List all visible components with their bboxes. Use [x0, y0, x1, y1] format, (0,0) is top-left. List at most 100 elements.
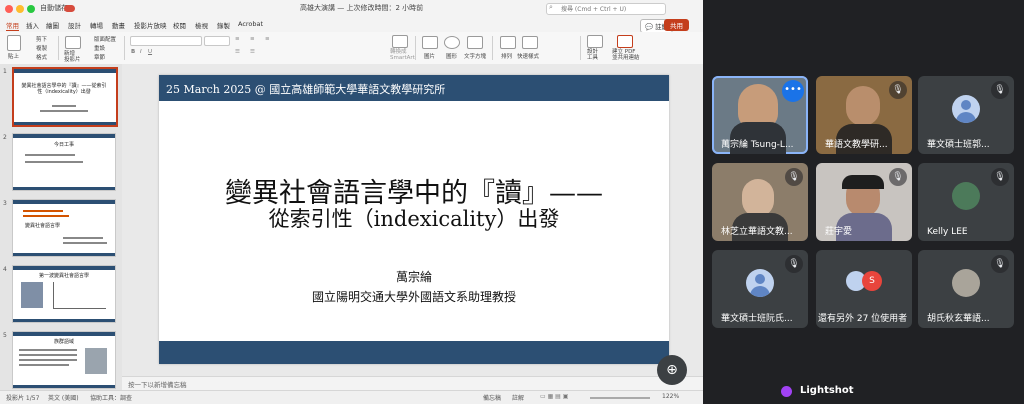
slide-thumbnail-4[interactable]: 第一波變異社會語言學 — [12, 265, 116, 323]
slide-thumbnail-2[interactable]: 今日工事 — [12, 133, 116, 191]
smartart-icon[interactable] — [392, 35, 408, 48]
slide-thumbnail-5[interactable]: 族群語域 — [12, 331, 116, 389]
tab-animations[interactable]: 動畫 — [112, 20, 125, 30]
zoom-in-icon[interactable]: ⊕ — [657, 355, 687, 385]
textbox-icon[interactable] — [467, 36, 483, 49]
more-options-icon[interactable]: ••• — [782, 80, 804, 102]
thumbnail-photo — [85, 348, 107, 374]
accessibility-status[interactable]: 協助工具：調查 — [90, 393, 132, 402]
tab-insert[interactable]: 插入 — [26, 20, 39, 30]
share-button[interactable]: 共用 — [664, 19, 689, 31]
ribbon-divider — [58, 36, 59, 60]
participant-tile[interactable]: ••• 萬宗綸 Tsung-L... — [712, 76, 808, 154]
mic-off-icon: 🎙 — [991, 255, 1009, 273]
participant-tile[interactable]: 🎙 胡氏秋玄華語... — [918, 250, 1014, 328]
thumbnail-text-line — [19, 354, 77, 356]
tab-home[interactable]: 常用 — [6, 20, 19, 31]
new-slide-icon[interactable] — [65, 36, 81, 49]
designer-icon[interactable] — [587, 35, 603, 48]
zoom-window-button[interactable] — [27, 5, 35, 13]
align-center-icon[interactable]: ≡ — [250, 36, 255, 42]
section-button[interactable]: 章節 — [94, 53, 105, 61]
reset-button[interactable]: 重設 — [94, 44, 105, 52]
thumbnail-number: 2 — [3, 134, 7, 141]
headphones — [842, 175, 884, 189]
align-left-icon[interactable]: ≡ — [235, 36, 240, 42]
quick-styles-icon[interactable] — [522, 36, 538, 49]
paste-icon[interactable] — [7, 35, 21, 51]
view-buttons[interactable]: ▭ ▦ ▤ ▣ — [540, 393, 568, 400]
participant-name: 華文碩士班阮氏... — [721, 314, 793, 324]
thumbnail-band — [13, 187, 115, 190]
arrange-icon[interactable] — [500, 36, 516, 49]
participant-tile[interactable]: 🎙 華文碩士班郭... — [918, 76, 1014, 154]
align-right-icon[interactable]: ≡ — [265, 36, 270, 42]
tab-record[interactable]: 錄製 — [217, 20, 230, 30]
participant-tile[interactable]: 🎙 林芝立華語文教... — [712, 163, 808, 241]
thumbnail-text-line — [19, 359, 77, 361]
format-painter-button[interactable]: 格式 — [36, 53, 47, 61]
participant-name: 林芝立華語文教... — [721, 227, 793, 237]
zoom-level[interactable]: 122% — [662, 393, 679, 400]
shapes-icon[interactable] — [444, 36, 460, 49]
current-slide[interactable]: 25 March 2025 @ 國立高雄師範大學華語文教學研究所 變異社會語言學… — [159, 75, 669, 364]
thumbnail-band — [13, 253, 115, 256]
participant-name: 華文碩士班郭... — [927, 140, 990, 150]
language-indicator[interactable]: 英文 (美國) — [48, 393, 79, 402]
participant-tile[interactable]: 🎙 華文碩士班阮氏... — [712, 250, 808, 328]
lightshot-notification[interactable]: Lightshot — [770, 380, 1024, 403]
slide-header-band: 25 March 2025 @ 國立高雄師範大學華語文教學研究所 — [159, 75, 669, 101]
others-count: 還有另外 27 位使用者 — [818, 314, 908, 324]
participant-video — [846, 86, 880, 126]
participant-tile[interactable]: S 還有另外 27 位使用者 — [816, 250, 912, 328]
autosave-toggle[interactable] — [64, 5, 75, 12]
participant-name: 華語文教學研... — [825, 140, 888, 150]
close-window-button[interactable] — [5, 5, 13, 13]
slide-thumbnail-1[interactable]: 變異社會語言學中的『讀』——從索引性（indexicality）出發 — [12, 67, 118, 127]
cut-button[interactable]: 剪下 — [36, 35, 47, 43]
minimize-window-button[interactable] — [16, 5, 24, 13]
thumbnail-title: 今日工事 — [53, 142, 74, 148]
bold-button[interactable]: B — [131, 49, 135, 55]
bullets-icon[interactable]: ☰ — [235, 49, 240, 55]
search-icon: ⌕ — [549, 3, 553, 11]
copy-button[interactable]: 複製 — [36, 44, 47, 52]
numbering-icon[interactable]: ☰ — [250, 49, 255, 55]
tab-design[interactable]: 設計 — [68, 20, 81, 30]
italic-button[interactable]: I — [140, 49, 142, 55]
search-input[interactable]: 搜尋 (Cmd + Ctrl + U) — [546, 3, 666, 15]
notes-toggle[interactable]: 備忘稿 — [483, 393, 501, 402]
tab-review[interactable]: 校閱 — [173, 20, 186, 30]
underline-button[interactable]: U — [148, 49, 152, 55]
thumbnail-band — [14, 122, 116, 125]
mic-off-icon: 🎙 — [889, 81, 907, 99]
comments-toggle[interactable]: 註解 — [512, 393, 524, 402]
thumbnail-number: 5 — [3, 332, 7, 339]
slide-counter: 投影片 1/57 — [6, 395, 40, 402]
participant-tile[interactable]: 🎙 莊宇愛 — [816, 163, 912, 241]
tab-draw[interactable]: 繪圖 — [46, 20, 59, 30]
zoom-slider[interactable] — [590, 397, 650, 399]
tab-transitions[interactable]: 轉場 — [90, 20, 103, 30]
thumbnail-number: 3 — [3, 200, 7, 207]
arrange-label: 排列 — [501, 54, 513, 60]
tab-slideshow[interactable]: 投影片放映 — [134, 20, 167, 30]
font-size-select[interactable] — [204, 36, 230, 46]
font-name-select[interactable] — [130, 36, 202, 46]
paste-label: 貼上 — [8, 54, 20, 60]
thumbnail-text-line — [25, 154, 75, 156]
layout-button[interactable]: 版面配置 — [94, 35, 116, 43]
picture-icon[interactable] — [422, 36, 438, 49]
slide-thumbnail-3[interactable]: 變異社會語言學 — [12, 199, 116, 257]
thumbnail-text-line — [23, 210, 63, 212]
thumbnail-title: 第一波變異社會語言學 — [38, 273, 89, 279]
tab-acrobat[interactable]: Acrobat — [238, 20, 263, 28]
pdf-icon[interactable] — [617, 35, 633, 48]
avatar — [952, 182, 980, 210]
tab-view[interactable]: 檢視 — [195, 20, 208, 30]
notes-pane[interactable]: 按一下以新增備忘稿 — [122, 376, 703, 391]
participant-name: 莊宇愛 — [825, 227, 853, 237]
thumbnail-title: 族群語域 — [53, 339, 74, 345]
participant-tile[interactable]: 🎙 Kelly LEE — [918, 163, 1014, 241]
participant-tile[interactable]: 🎙 華語文教學研... — [816, 76, 912, 154]
